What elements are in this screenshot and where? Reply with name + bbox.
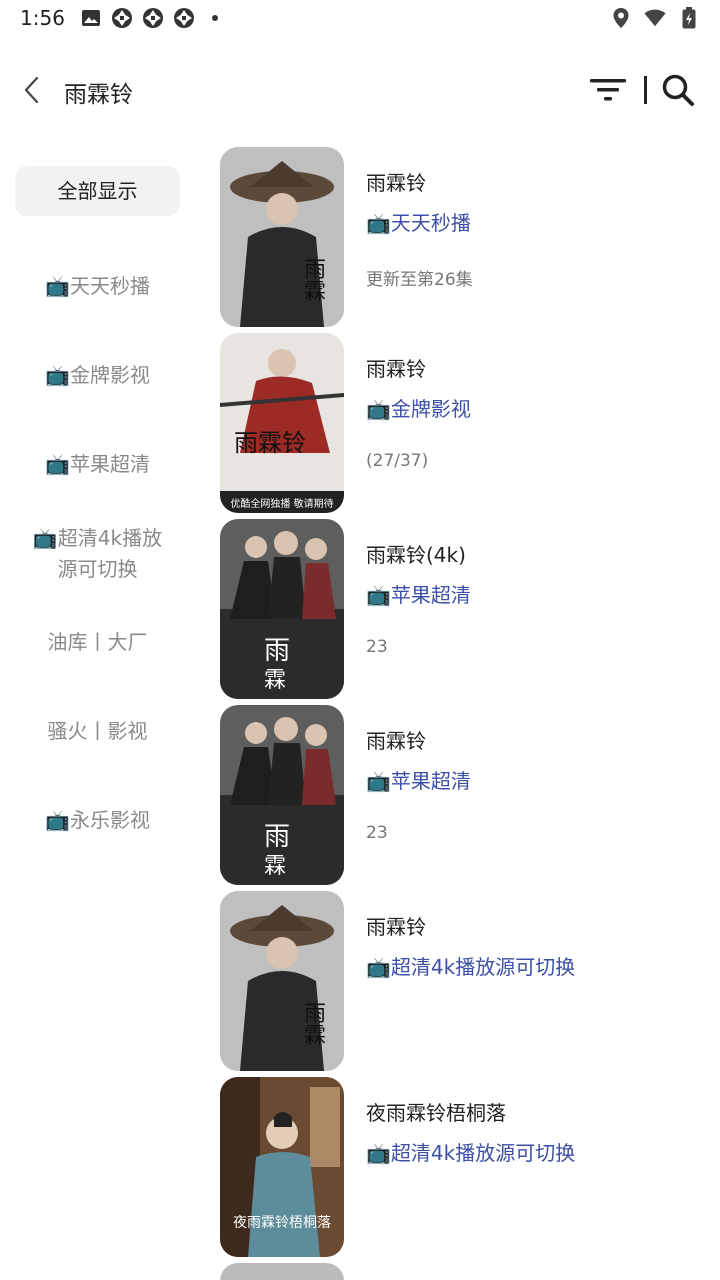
result-source: 📺苹果超清 [366, 769, 471, 793]
list-item[interactable]: 夜雨霖铃梧桐落 夜雨霖铃梧桐落 📺超清4k播放源可切换 [220, 1077, 720, 1263]
result-title: 雨霖铃 [366, 729, 426, 753]
list-item[interactable]: 雨 霖 雨霖铃 📺天天秒播 更新至第26集 [220, 147, 720, 333]
result-source: 📺金牌影视 [366, 397, 471, 421]
poster-image: 雨 霖 [220, 891, 344, 1071]
svg-text:霖: 霖 [304, 280, 326, 305]
poster-image: 雨 霖 [220, 519, 344, 699]
search-button[interactable] [658, 70, 698, 110]
status-bar: 1:56 [0, 0, 720, 38]
svg-text:霖: 霖 [264, 854, 286, 879]
list-item[interactable]: 雨 霖 雨霖铃 📺苹果超清 23 [220, 705, 720, 891]
result-source: 📺超清4k播放源可切换 [366, 955, 576, 979]
poster-caption: 夜雨霖铃梧桐落 [233, 1215, 331, 1231]
sidebar-item-jinpai[interactable]: 📺金牌影视 [15, 331, 180, 420]
result-title: 雨霖铃 [366, 357, 426, 381]
page-title: 雨霖铃 [64, 82, 133, 108]
toolbar-divider [644, 76, 647, 104]
location-icon [610, 7, 632, 29]
chevron-left-icon [24, 76, 39, 104]
filter-icon [590, 79, 626, 101]
sidebar-item-tiantian[interactable]: 📺天天秒播 [15, 242, 180, 331]
result-title: 雨霖铃 [366, 171, 426, 195]
svg-text:雨: 雨 [264, 822, 290, 852]
poster-image: 夜雨霖铃梧桐落 [220, 1077, 344, 1257]
result-list: 雨 霖 雨霖铃 📺天天秒播 更新至第26集 雨霖铃 优酷全网独播 敬请期待 雨霖… [220, 147, 720, 1263]
wifi-icon [644, 7, 666, 29]
result-remark: 23 [366, 637, 388, 657]
result-source: 📺超清4k播放源可切换 [366, 1141, 576, 1165]
dot-icon [204, 7, 226, 29]
poster-image: 雨 霖 [220, 705, 344, 885]
result-source: 📺苹果超清 [366, 583, 471, 607]
svg-text:雨: 雨 [264, 636, 290, 666]
sidebar-item-pingguo[interactable]: 📺苹果超清 [15, 420, 180, 509]
top-app-bar: 雨霖铃 [0, 60, 720, 120]
list-item[interactable]: 雨霖铃 优酷全网独播 敬请期待 雨霖铃 📺金牌影视 (27/37) [220, 333, 720, 519]
status-notifications [80, 7, 226, 29]
result-remark: 23 [366, 823, 388, 843]
sidebar-item-chaoqing4k[interactable]: 📺超清4k播放源可切换 [15, 509, 180, 598]
status-time: 1:56 [20, 6, 65, 30]
aperture-icon [173, 7, 195, 29]
result-source: 📺天天秒播 [366, 211, 471, 235]
back-button[interactable] [14, 72, 50, 108]
filter-button[interactable] [588, 72, 628, 108]
battery-icon [678, 7, 700, 29]
sidebar-item-youku[interactable]: 油库丨大厂 [15, 598, 180, 687]
list-item[interactable]: 雨 霖 雨霖铃 📺超清4k播放源可切换 [220, 891, 720, 1077]
poster-image: 雨霖铃 优酷全网独播 敬请期待 [220, 333, 344, 513]
sidebar-item-yongle[interactable]: 📺永乐影视 [15, 776, 180, 865]
source-sidebar: 全部显示 📺天天秒播 📺金牌影视 📺苹果超清 📺超清4k播放源可切换 油库丨大厂… [15, 166, 180, 865]
search-icon [662, 74, 694, 106]
poster-image-partial [220, 1263, 344, 1280]
result-remark: (27/37) [366, 451, 429, 471]
result-title: 雨霖铃 [366, 915, 426, 939]
image-icon [80, 7, 102, 29]
svg-text:霖: 霖 [304, 1024, 326, 1049]
result-title: 夜雨霖铃梧桐落 [366, 1101, 506, 1125]
result-remark: 更新至第26集 [366, 270, 473, 290]
aperture-icon [142, 7, 164, 29]
sidebar-item-saohuo[interactable]: 骚火丨影视 [15, 687, 180, 776]
list-item[interactable]: 雨 霖 雨霖铃(4k) 📺苹果超清 23 [220, 519, 720, 705]
status-system-icons [610, 7, 700, 29]
sidebar-item-all[interactable]: 全部显示 [15, 166, 180, 216]
poster-caption: 优酷全网独播 敬请期待 [230, 497, 333, 510]
aperture-icon [111, 7, 133, 29]
svg-text:霖: 霖 [264, 668, 286, 693]
result-title: 雨霖铃(4k) [366, 543, 466, 567]
poster-image: 雨 霖 [220, 147, 344, 327]
svg-text:雨霖铃: 雨霖铃 [234, 429, 306, 457]
